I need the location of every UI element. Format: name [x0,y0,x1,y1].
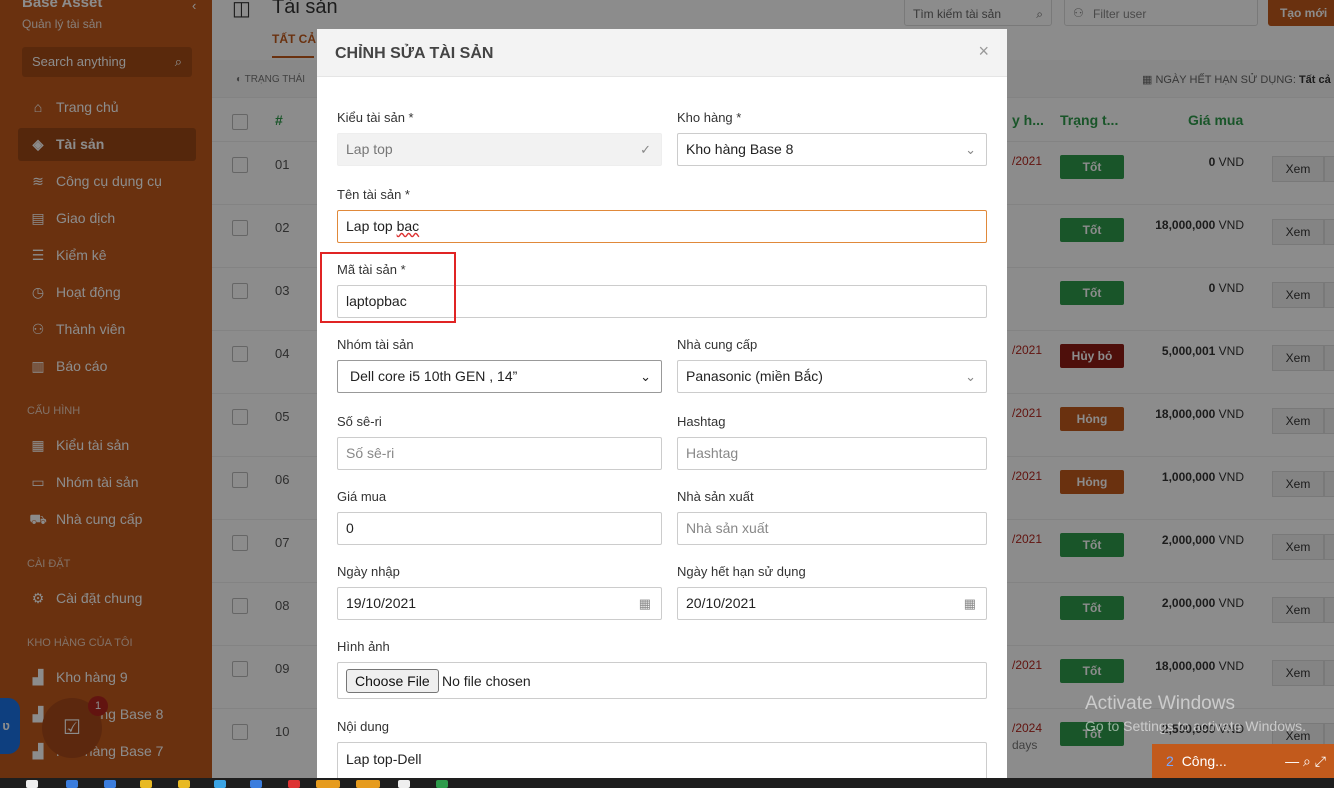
asset-group-label: Nhóm tài sản [337,337,414,352]
calendar-icon[interactable]: ▦ [639,588,651,619]
close-icon[interactable]: × [978,41,989,62]
warehouse-label: Kho hàng * [677,110,742,125]
taskbar-app-icon[interactable] [250,780,262,788]
taskbar-app-icon[interactable] [66,780,78,788]
import-date-input[interactable]: 19/10/2021 ▦ [337,587,662,620]
taskbar-app-icon[interactable] [316,780,340,788]
expire-date-value: 20/10/2021 [686,595,757,611]
highlight-box [320,252,456,323]
asset-group-select[interactable]: Dell core i5 10th GEN , 14” ⌄ [337,360,662,393]
asset-type-field: Lap top ✓ [337,133,662,166]
taskbar-app-icon[interactable] [178,780,190,788]
choose-file-button[interactable]: Choose File [346,669,439,693]
modal-title: CHỈNH SỬA TÀI SẢN [335,45,494,62]
asset-name-value-plain: Lap top [346,218,397,234]
edit-asset-modal: CHỈNH SỬA TÀI SẢN × Kiểu tài sản * Lap t… [317,29,1007,782]
warehouse-select[interactable]: Kho hàng Base 8 ⌄ [677,133,987,166]
import-date-value: 19/10/2021 [346,595,417,611]
taskbar-app-icon[interactable] [398,780,410,788]
taskbar-app-icon[interactable] [356,780,380,788]
expire-date-input[interactable]: 20/10/2021 ▦ [677,587,987,620]
asset-name-label: Tên tài sản * [337,187,410,202]
asset-type-value: Lap top [346,141,393,157]
content-textarea[interactable]: Lap top-Dell [337,742,987,782]
chat-bar[interactable]: 2 Công... — ⌕ ⤢ [1152,744,1334,778]
activation-watermark-title: Activate Windows [1085,693,1235,714]
expire-date-label: Ngày hết hạn sử dụng [677,564,806,579]
serial-label: Số sê-ri [337,414,382,429]
chevron-down-icon: ⌄ [640,369,651,384]
price-value: 0 [346,520,354,536]
taskbar-app-icon[interactable] [214,780,226,788]
taskbar-app-icon[interactable] [436,780,448,788]
manufacturer-input[interactable]: Nhà sản xuất [677,512,987,545]
activation-watermark-text: Go to Settings to activate Windows. [1085,718,1306,734]
image-file-input: Choose File No file chosen [337,662,987,699]
content-value: Lap top-Dell [346,751,422,767]
chevron-down-icon: ⌄ [965,142,976,157]
asset-name-value-misspelled: bac [396,218,420,234]
supplier-label: Nhà cung cấp [677,337,758,352]
chat-label: Công... [1181,753,1227,769]
serial-input[interactable]: Số sê-ri [337,437,662,470]
chat-controls[interactable]: — ⌕ ⤢ [1285,744,1326,778]
price-label: Giá mua [337,489,387,504]
taskbar-app-icon[interactable] [288,780,300,788]
chat-count: 2 [1166,753,1174,769]
hashtag-placeholder: Hashtag [686,445,739,461]
chevron-down-icon: ⌄ [965,369,976,384]
content-label: Nội dung [337,719,390,734]
supplier-select[interactable]: Panasonic (miền Bắc) ⌄ [677,360,987,393]
manufacturer-label: Nhà sản xuất [677,489,754,504]
taskbar-app-icon[interactable] [26,780,38,788]
taskbar-app-icon[interactable] [140,780,152,788]
import-date-label: Ngày nhập [337,564,400,579]
asset-name-field[interactable]: Lap top bac [337,210,987,243]
modal-header: CHỈNH SỬA TÀI SẢN × [317,29,1007,77]
image-label: Hình ảnh [337,639,390,654]
manufacturer-placeholder: Nhà sản xuất [686,520,769,536]
price-input[interactable]: 0 [337,512,662,545]
taskbar [0,778,1334,788]
serial-placeholder: Số sê-ri [346,445,395,461]
check-icon: ✓ [640,142,651,157]
supplier-value: Panasonic (miền Bắc) [686,368,823,384]
no-file-text: No file chosen [442,673,531,689]
asset-group-value: Dell core i5 10th GEN , 14” [350,368,518,384]
taskbar-app-icon[interactable] [104,780,116,788]
hashtag-input[interactable]: Hashtag [677,437,987,470]
asset-type-label: Kiểu tài sản * [337,110,414,125]
warehouse-value: Kho hàng Base 8 [686,141,794,157]
calendar-icon[interactable]: ▦ [964,588,976,619]
hashtag-label: Hashtag [677,414,726,429]
